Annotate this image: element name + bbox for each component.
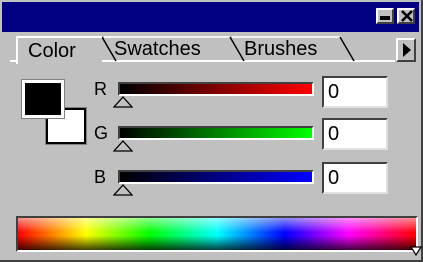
title-bar[interactable] [2, 2, 419, 32]
panel-menu-button[interactable] [396, 38, 416, 62]
green-slider-thumb[interactable] [113, 140, 133, 152]
tab-color[interactable]: Color [16, 36, 102, 64]
foreground-color-swatch[interactable] [21, 79, 65, 119]
red-slider-track[interactable] [118, 82, 314, 96]
color-palette-panel: Color Swatches Brushes R 0 G 0 B 0 [0, 0, 423, 262]
green-value-input[interactable]: 0 [322, 118, 388, 150]
close-button[interactable] [397, 8, 415, 24]
tab-color-label: Color [28, 40, 76, 62]
minimize-button[interactable] [376, 8, 394, 24]
tab-swatches[interactable]: Swatches [114, 36, 229, 62]
color-ramp-shade [18, 218, 416, 250]
blue-slider-thumb[interactable] [113, 184, 133, 196]
minimize-icon [380, 16, 390, 20]
tab-brushes-label: Brushes [244, 38, 318, 60]
panel-menu-arrow-icon [403, 43, 411, 57]
color-ramp[interactable] [16, 216, 418, 252]
tab-swatches-label: Swatches [114, 38, 201, 60]
red-slider-thumb[interactable] [113, 96, 133, 108]
tab-brushes[interactable]: Brushes [244, 36, 354, 62]
blue-channel-label: B [94, 167, 107, 187]
close-icon [401, 10, 413, 22]
resize-grip-icon[interactable] [410, 246, 422, 258]
green-slider-track[interactable] [118, 126, 314, 140]
blue-slider-track[interactable] [118, 170, 314, 184]
green-channel-label: G [94, 123, 109, 143]
blue-value-input[interactable]: 0 [322, 162, 388, 194]
red-channel-label: R [94, 79, 107, 99]
red-value-input[interactable]: 0 [322, 76, 388, 108]
